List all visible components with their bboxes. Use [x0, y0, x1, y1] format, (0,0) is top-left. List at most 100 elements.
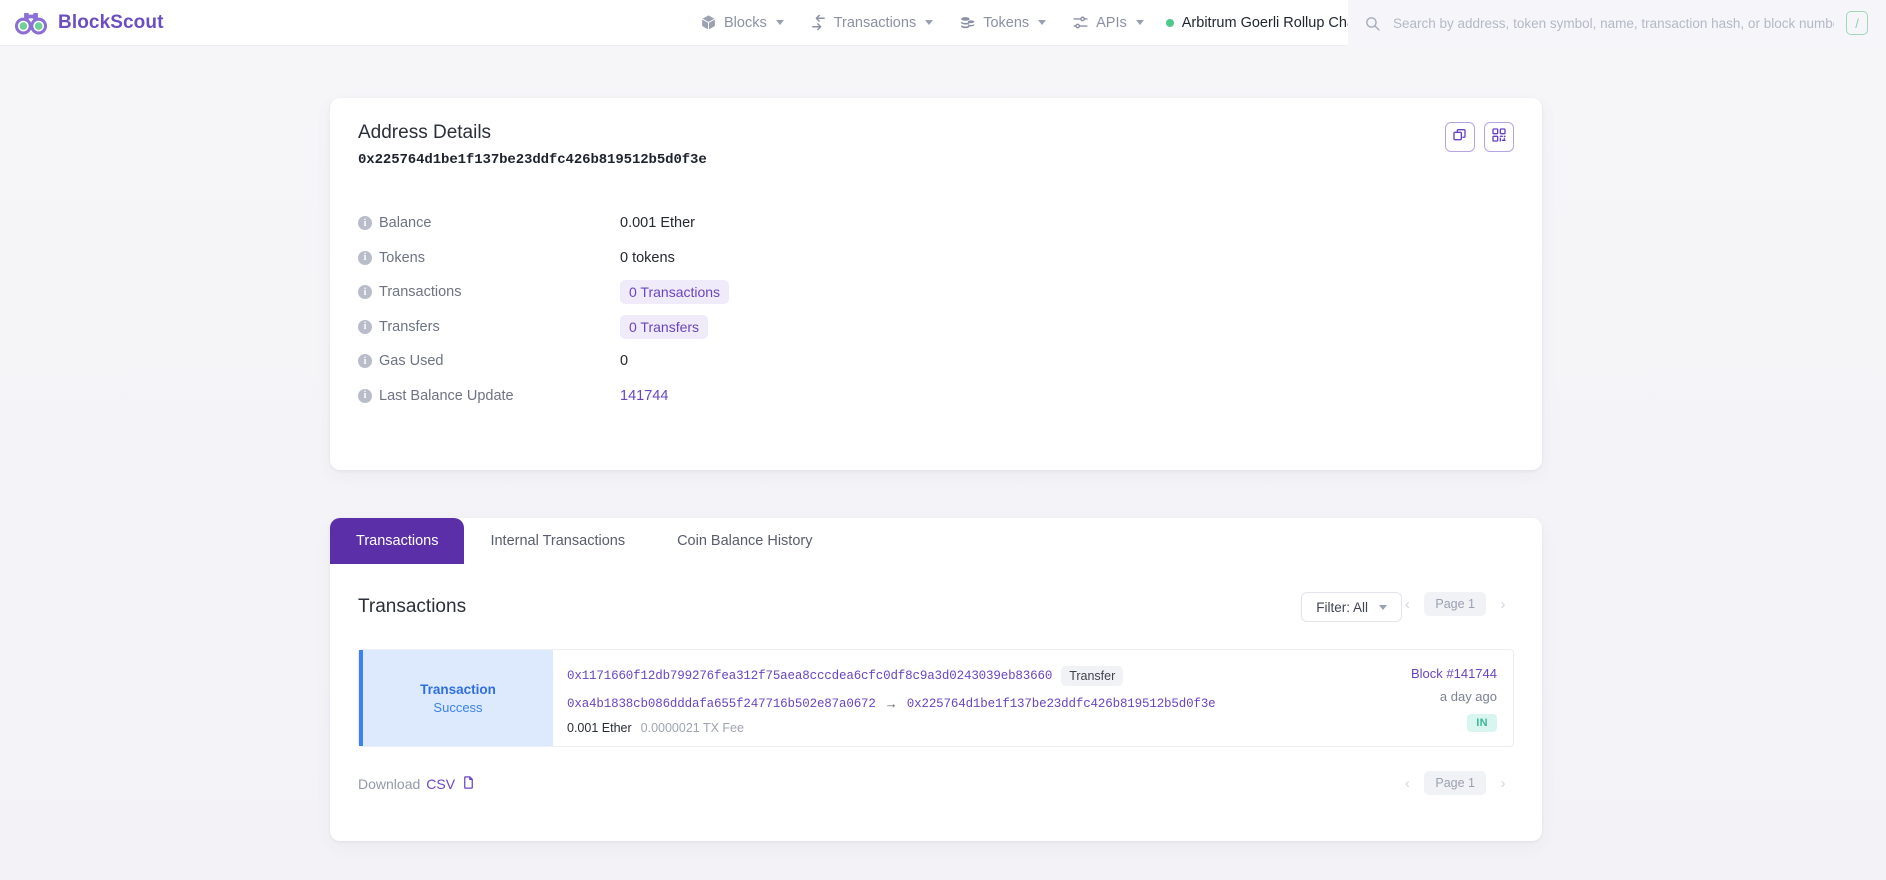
prev-page-button-top[interactable]: ‹ — [1396, 592, 1418, 616]
detail-row: i Transactions 0 Transactions — [358, 275, 1514, 310]
page-indicator-bottom[interactable]: Page 1 — [1424, 771, 1486, 795]
transactions-card: Transactions Internal Transactions Coin Ba… — [330, 518, 1542, 841]
transaction-from-address-link[interactable]: 0xa4b1838cb086dddafa655f247716b502e87a06… — [567, 697, 876, 711]
next-page-button-top[interactable]: › — [1492, 592, 1514, 616]
page-title: Address Details — [358, 122, 492, 143]
transaction-type-label: Transaction — [420, 681, 496, 697]
detail-label-text: Last Balance Update — [379, 387, 514, 404]
detail-label-text: Gas Used — [379, 353, 444, 370]
coins-stack-icon — [959, 14, 976, 31]
detail-label: i Tokens — [358, 250, 620, 266]
address-detail-list: i Balance 0.001 Ether i Tokens 0 tokens i Trans… — [358, 206, 1514, 413]
tab-bar: Transactions Internal Transactions Coin Ba… — [330, 518, 838, 564]
qr-code-button[interactable] — [1484, 122, 1514, 152]
detail-value-pill[interactable]: 0 Transactions — [620, 280, 730, 305]
tab-coin-balance-history[interactable]: Coin Balance History — [651, 518, 838, 564]
info-icon[interactable]: i — [358, 354, 372, 369]
nav-label-transactions: Transactions — [833, 14, 917, 31]
transaction-age: a day ago — [1439, 689, 1497, 704]
detail-label-text: Balance — [379, 215, 432, 232]
transaction-row[interactable]: Transaction Success 0x1171660f12db799276… — [358, 649, 1514, 747]
cube-icon — [700, 14, 717, 31]
detail-label: i Balance — [358, 215, 620, 231]
transaction-value: 0.001 Ether — [567, 721, 632, 735]
chevron-down-icon — [925, 20, 934, 25]
detail-label: i Transactions — [358, 284, 620, 300]
detail-value-link[interactable]: 141744 — [620, 388, 668, 404]
tab-internal-transactions[interactable]: Internal Transactions — [464, 518, 651, 564]
top-header: BlockScout Blocks Transactions Tokens AP… — [0, 0, 1886, 46]
chevron-down-icon — [1379, 604, 1387, 610]
info-icon[interactable]: i — [358, 319, 372, 334]
filter-dropdown-button[interactable]: Filter: All — [1301, 592, 1402, 622]
prev-page-button-bottom[interactable]: ‹ — [1396, 771, 1418, 795]
qr-code-icon — [1491, 127, 1507, 148]
chevron-down-icon — [775, 20, 784, 25]
nav-item-tokens[interactable]: Tokens — [959, 14, 1047, 31]
tab-transactions[interactable]: Transactions — [330, 518, 465, 564]
transaction-direction-badge: IN — [1467, 714, 1497, 732]
detail-value-pill[interactable]: 0 Transfers — [620, 314, 709, 339]
download-csv-link[interactable]: Download CSV — [358, 774, 476, 794]
info-icon[interactable]: i — [358, 388, 372, 403]
chain-name: Arbitrum Goerli Rollup Chain — [1181, 14, 1367, 31]
detail-label-text: Transactions — [379, 284, 462, 301]
transaction-hash-link[interactable]: 0x1171660f12db799276fea312f75aea8cccdea6… — [567, 669, 1052, 683]
pagination-top: ‹ Page 1 › — [1396, 592, 1514, 616]
transaction-method-badge: Transfer — [1061, 666, 1124, 686]
transaction-details: 0x1171660f12db799276fea312f75aea8cccdea6… — [553, 650, 1325, 746]
detail-label: i Last Balance Update — [358, 388, 620, 404]
search-shortcut-key: / — [1846, 11, 1868, 35]
binoculars-logo-icon — [14, 10, 48, 36]
transaction-block-link[interactable]: Block #141744 — [1325, 666, 1497, 681]
info-icon[interactable]: i — [358, 285, 372, 300]
transaction-hash-line: 0x1171660f12db799276fea312f75aea8cccdea6… — [567, 666, 1325, 686]
nav-item-transactions[interactable]: Transactions — [810, 14, 934, 31]
brand-logo-link[interactable]: BlockScout — [0, 10, 330, 36]
page-indicator-top[interactable]: Page 1 — [1424, 592, 1486, 616]
sliders-icon — [1072, 14, 1089, 31]
detail-value: 0 tokens — [620, 249, 675, 266]
address-actions — [1445, 122, 1514, 152]
chevron-down-icon — [1038, 20, 1047, 25]
transaction-arrow-icon — [810, 14, 827, 31]
search-bar[interactable]: / — [1348, 0, 1886, 46]
brand-name: BlockScout — [58, 11, 164, 33]
detail-row: i Gas Used 0 — [358, 344, 1514, 379]
copy-address-button[interactable] — [1445, 122, 1475, 152]
detail-value: 0.001 Ether — [620, 215, 695, 232]
detail-label: i Transfers — [358, 319, 620, 335]
address-details-card: Address Details 0x225764d1be1f137be23ddf… — [330, 98, 1542, 470]
transaction-type-panel: Transaction Success — [359, 650, 553, 746]
detail-label-text: Transfers — [379, 318, 440, 335]
info-icon[interactable]: i — [358, 216, 372, 231]
arrow-right-icon: → — [884, 696, 898, 711]
pagination-bottom: ‹ Page 1 › — [1396, 771, 1514, 795]
transaction-meta: Block #141744 a day ago IN — [1325, 650, 1513, 746]
address-hash: 0x225764d1be1f137be23ddfc426b819512b5d0f… — [358, 152, 707, 168]
info-icon[interactable]: i — [358, 250, 372, 265]
download-label: Download — [358, 776, 421, 792]
detail-label: i Gas Used — [358, 353, 620, 369]
nav-label-blocks: Blocks — [724, 14, 767, 31]
main-nav: Blocks Transactions Tokens APIs — [700, 14, 1144, 31]
nav-item-apis[interactable]: APIs — [1072, 14, 1144, 31]
detail-row: i Transfers 0 Transfers — [358, 310, 1514, 345]
chain-selector[interactable]: Arbitrum Goerli Rollup Chain — [1165, 14, 1367, 31]
detail-row: i Last Balance Update 141744 — [358, 379, 1514, 414]
file-icon — [461, 774, 476, 794]
transaction-addresses-line: 0xa4b1838cb086dddafa655f247716b502e87a06… — [567, 696, 1325, 711]
next-page-button-bottom[interactable]: › — [1492, 771, 1514, 795]
transaction-to-address-link[interactable]: 0x225764d1be1f137be23ddfc426b819512b5d0f… — [907, 697, 1216, 711]
search-input[interactable] — [1393, 15, 1834, 31]
copy-icon — [1452, 127, 1468, 148]
nav-label-tokens: Tokens — [983, 14, 1030, 31]
filter-label: Filter: All — [1316, 599, 1368, 615]
transaction-fee: 0.0000021 TX Fee — [640, 721, 744, 735]
nav-item-blocks[interactable]: Blocks — [700, 14, 784, 31]
transactions-section-title: Transactions — [358, 596, 467, 617]
detail-label-text: Tokens — [379, 249, 425, 266]
chain-status-dot-icon — [1165, 18, 1174, 27]
chevron-down-icon — [1135, 20, 1144, 25]
csv-label: CSV — [426, 776, 456, 792]
